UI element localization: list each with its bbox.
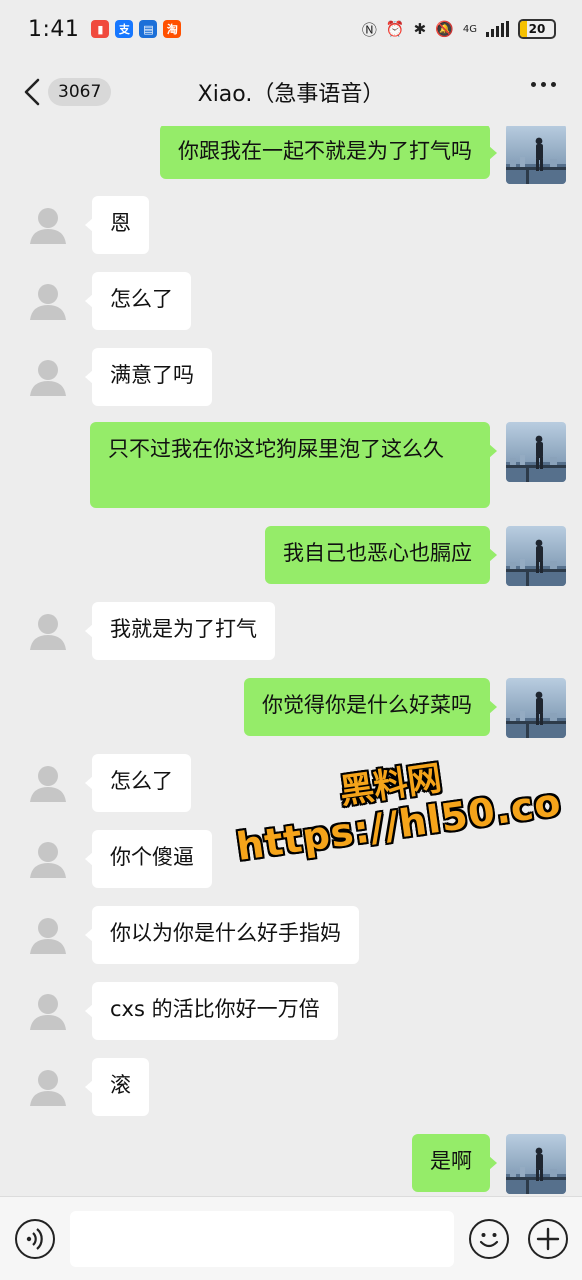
contact-avatar[interactable] — [18, 982, 78, 1042]
voice-icon — [26, 1228, 43, 1250]
chat-header: 3067 Xiao.（急事语音） — [0, 58, 582, 126]
message-row-received: 你个傻逼 — [0, 830, 582, 890]
contact-avatar[interactable] — [18, 348, 78, 408]
message-row-received: 怎么了 — [0, 754, 582, 814]
signal-icon — [486, 21, 509, 37]
status-bar: 1:41 ▮ 支 ▤ 淘 Ⓝ ⏰ ✱ 🔕 4G 20 — [0, 0, 582, 58]
message-bubble[interactable]: cxs 的活比你好一万倍 — [85, 982, 338, 1040]
contact-avatar[interactable] — [18, 830, 78, 890]
more-options-button[interactable] — [531, 82, 556, 87]
contact-avatar[interactable] — [18, 272, 78, 332]
message-row-received: 怎么了 — [0, 272, 582, 332]
message-bubble[interactable]: 你个傻逼 — [85, 830, 212, 888]
plus-icon — [536, 1227, 560, 1251]
input-bar — [0, 1196, 582, 1280]
chevron-left-icon — [24, 78, 40, 106]
status-indicators: Ⓝ ⏰ ✱ 🔕 4G 20 — [362, 19, 556, 40]
more-dot-icon — [541, 82, 546, 87]
message-row-received: 满意了吗 — [0, 348, 582, 408]
my-avatar[interactable] — [506, 1134, 566, 1194]
contact-avatar[interactable] — [18, 602, 78, 662]
more-functions-button[interactable] — [528, 1219, 568, 1259]
alipay-icon: 支 — [115, 20, 134, 38]
message-bubble[interactable]: 是啊 — [412, 1134, 497, 1192]
my-avatar[interactable] — [506, 526, 566, 586]
message-bubble[interactable]: 你以为你是什么好手指妈 — [85, 906, 359, 964]
chat-title: Xiao.（急事语音） — [197, 82, 385, 107]
my-avatar[interactable] — [506, 422, 566, 482]
message-row-sent: 我自己也恶心也膈应 — [0, 526, 582, 586]
message-list[interactable]: 你跟我在一起不就是为了打气吗 恩 怎么了 满意了吗 只不过我在你这坨狗屎里泡了这… — [0, 126, 582, 1196]
message-row-sent: 是啊 — [0, 1134, 582, 1194]
contact-avatar[interactable] — [18, 196, 78, 256]
message-bubble[interactable]: 满意了吗 — [85, 348, 212, 406]
message-bubble[interactable]: 我自己也恶心也膈应 — [265, 526, 497, 584]
my-avatar[interactable] — [506, 126, 566, 184]
message-row-received: 你以为你是什么好手指妈 — [0, 906, 582, 966]
message-row-sent: 你觉得你是什么好菜吗 — [0, 678, 582, 738]
message-bubble[interactable]: 滚 — [85, 1058, 149, 1116]
message-row-received: 我就是为了打气 — [0, 602, 582, 662]
status-app-icons: ▮ 支 ▤ 淘 — [91, 20, 182, 38]
contact-avatar[interactable] — [18, 754, 78, 814]
unread-count-badge: 3067 — [48, 78, 112, 106]
battery-level: 20 — [528, 22, 546, 36]
contact-avatar[interactable] — [18, 906, 78, 966]
mute-icon: 🔕 — [435, 20, 454, 38]
back-button[interactable]: 3067 — [18, 72, 112, 112]
status-time: 1:41 — [28, 16, 80, 42]
more-dot-icon — [551, 82, 556, 87]
battery-icon: 20 — [518, 19, 556, 39]
nfc-icon: Ⓝ — [361, 20, 377, 39]
message-bubble[interactable]: 恩 — [85, 196, 149, 254]
message-row-sent: 你跟我在一起不就是为了打气吗 — [0, 126, 582, 184]
smiley-icon — [479, 1233, 499, 1248]
contact-avatar[interactable] — [18, 1058, 78, 1118]
taobao-icon: 淘 — [163, 20, 182, 38]
message-row-received: 滚 — [0, 1058, 582, 1118]
network-type-label: 4G — [462, 23, 477, 35]
emoji-button[interactable] — [469, 1219, 509, 1259]
bank-app-icon: ▤ — [139, 20, 158, 38]
message-bubble[interactable]: 只不过我在你这坨狗屎里泡了这么久 — [90, 422, 497, 508]
message-bubble[interactable]: 怎么了 — [85, 272, 191, 330]
bluetooth-icon: ✱ — [413, 20, 427, 38]
message-bubble[interactable]: 我就是为了打气 — [85, 602, 275, 660]
more-dot-icon — [531, 82, 536, 87]
message-row-received: cxs 的活比你好一万倍 — [0, 982, 582, 1042]
message-row-received: 恩 — [0, 196, 582, 256]
my-avatar[interactable] — [506, 678, 566, 738]
message-input[interactable] — [70, 1211, 454, 1267]
message-row-sent: 只不过我在你这坨狗屎里泡了这么久 — [0, 422, 582, 508]
voice-input-button[interactable] — [15, 1219, 55, 1259]
message-bubble[interactable]: 你觉得你是什么好菜吗 — [244, 678, 497, 736]
alarm-icon: ⏰ — [385, 20, 405, 38]
message-bubble[interactable]: 你跟我在一起不就是为了打气吗 — [160, 126, 497, 179]
app-icon-red: ▮ — [91, 20, 110, 38]
message-bubble[interactable]: 怎么了 — [85, 754, 191, 812]
